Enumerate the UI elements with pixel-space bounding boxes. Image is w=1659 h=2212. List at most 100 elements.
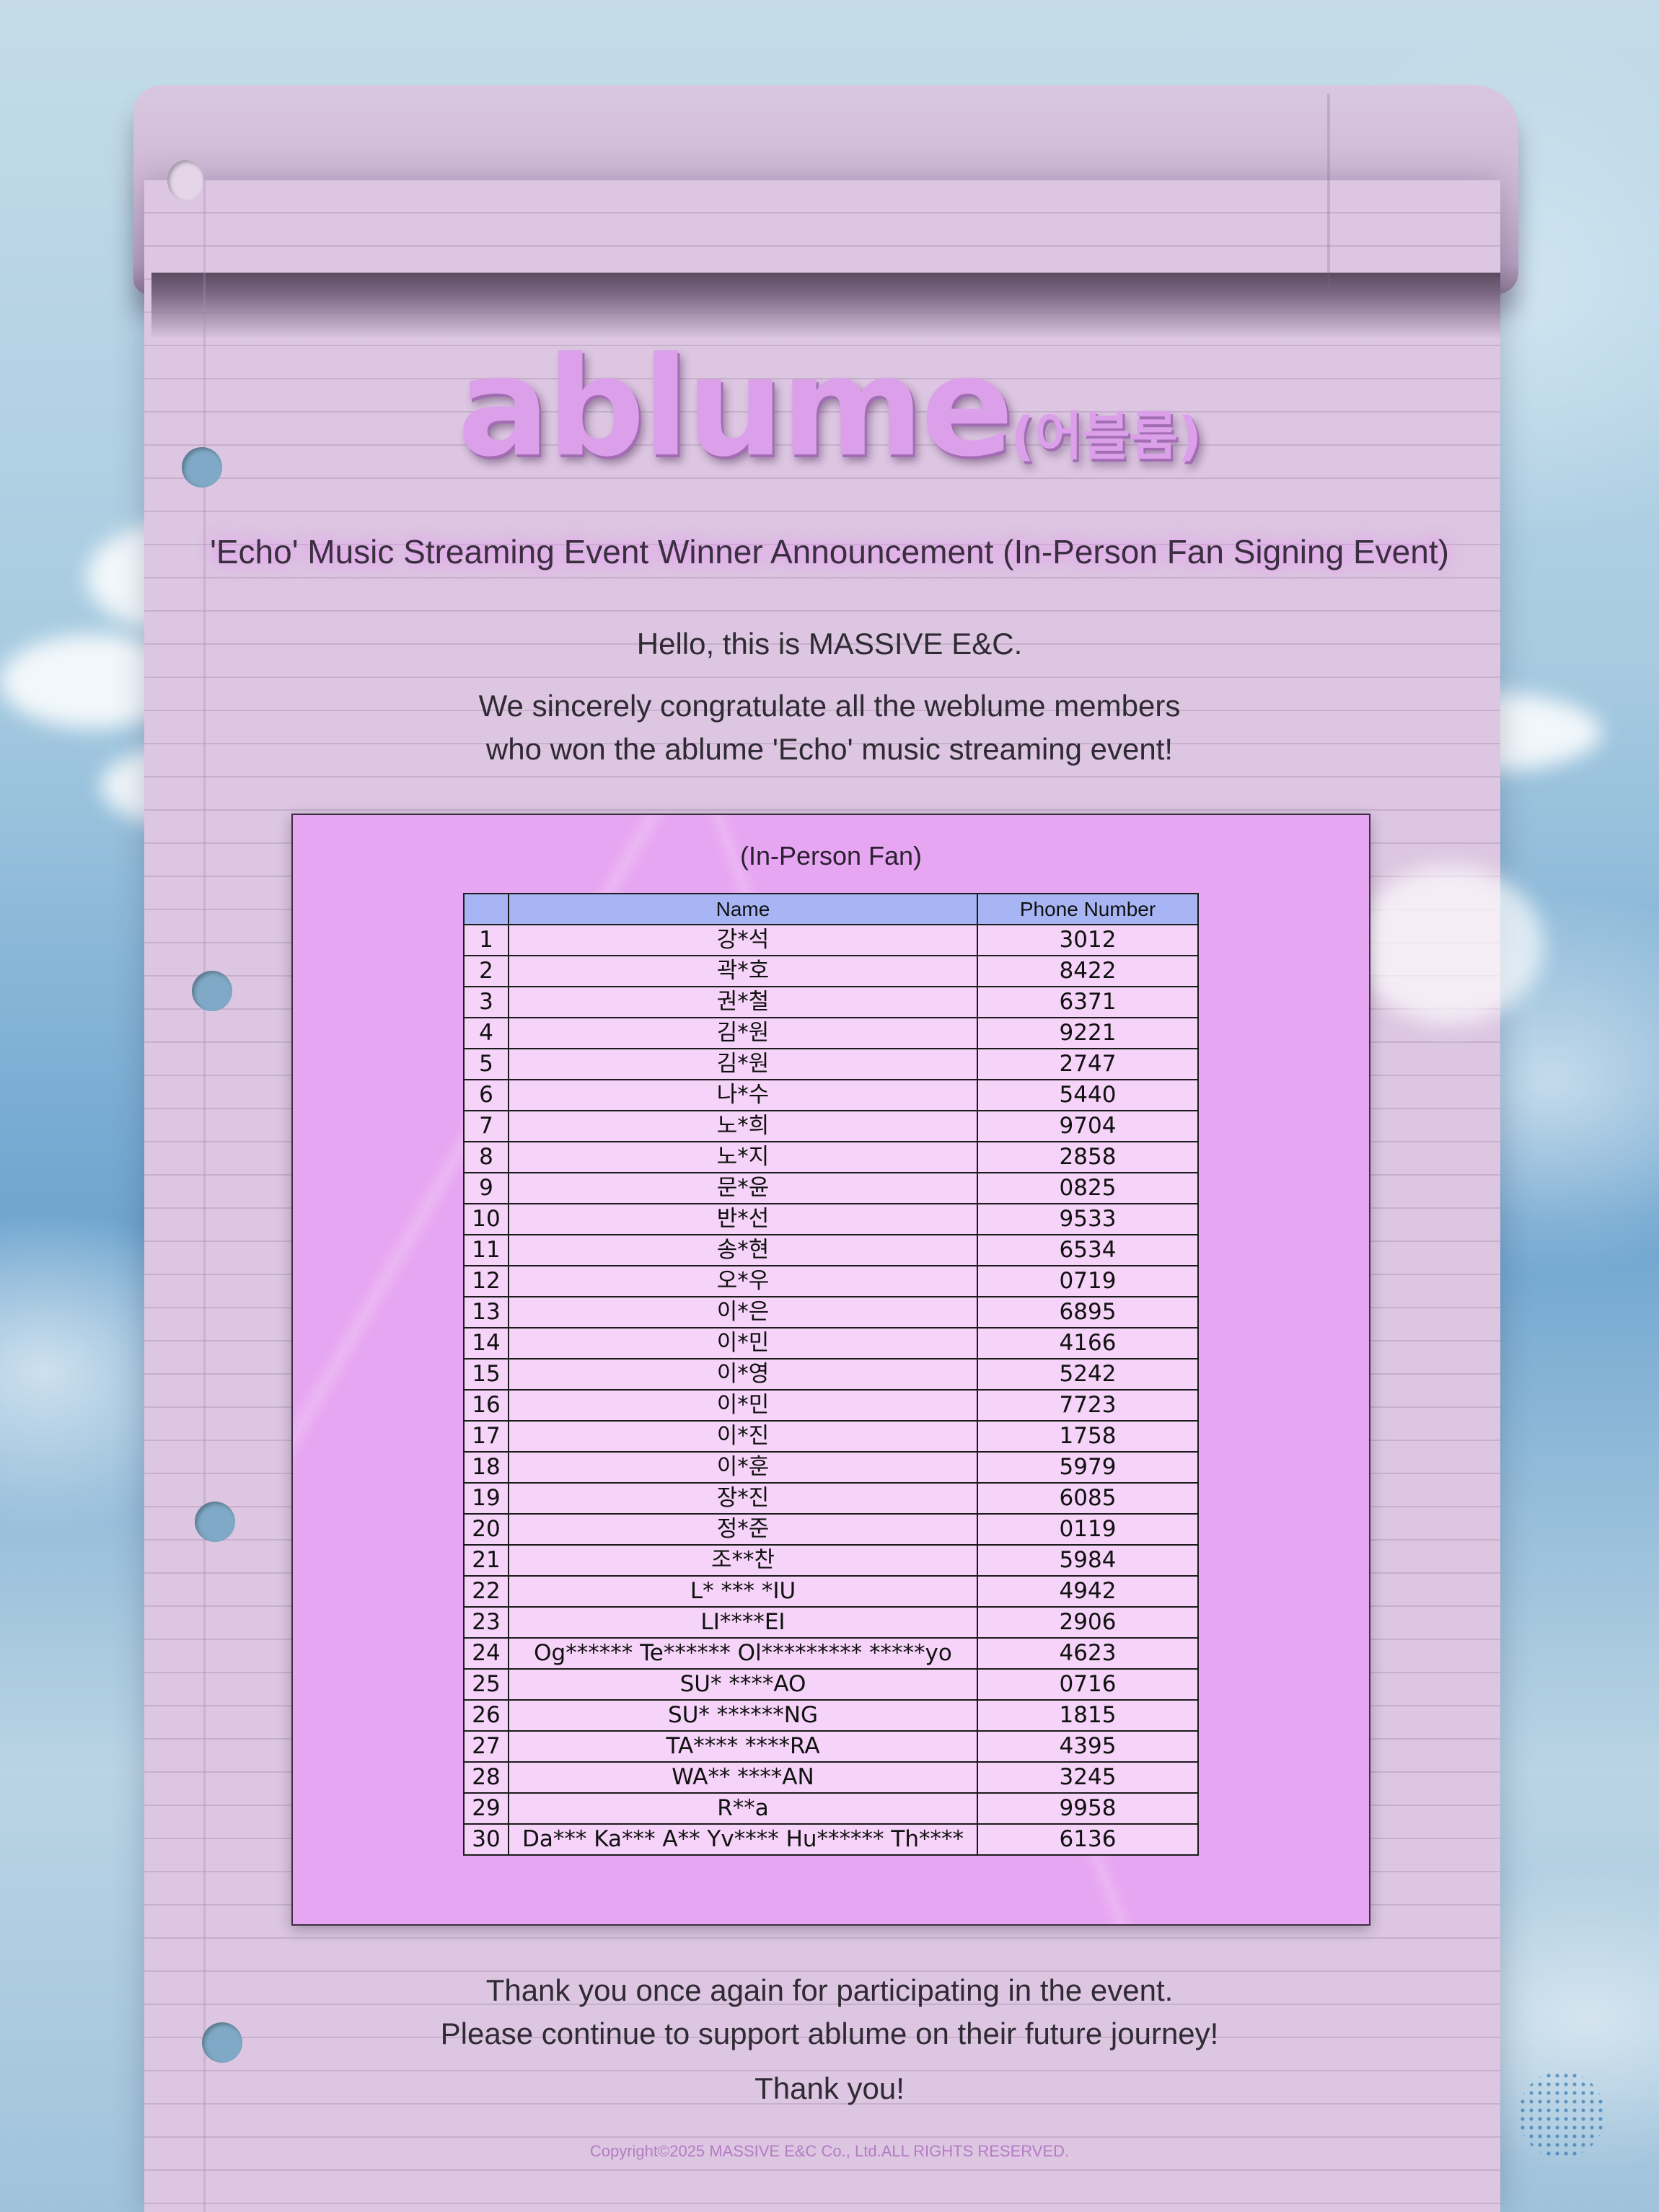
winners-table: Name Phone Number 1 강*석 3012 2 곽*호 8422 3 권*철 63…: [463, 893, 1199, 1856]
table-row: 8 노*지 2858: [463, 1141, 1199, 1173]
table-row: 12 오*우 0719: [463, 1265, 1199, 1297]
notepad-roll-edge: [1327, 94, 1330, 288]
table-row: 24 Og****** Te****** Ol********* *****yo 4…: [463, 1637, 1199, 1670]
cell-name: 이*훈: [508, 1451, 978, 1484]
cell-name: TA**** ****RA: [508, 1730, 978, 1763]
cell-rank: 22: [463, 1575, 509, 1608]
table-row: 22 L* *** *IU 4942: [463, 1575, 1199, 1608]
cell-phone: 0119: [977, 1513, 1199, 1546]
cell-phone: 0716: [977, 1668, 1199, 1701]
binder-hole: [195, 1502, 235, 1542]
cell-rank: 14: [463, 1327, 509, 1360]
table-row: 19 장*진 6085: [463, 1482, 1199, 1515]
copyright-notice: Copyright©2025 MASSIVE E&C Co., Ltd.ALL …: [589, 2142, 1070, 2160]
cell-phone: 3012: [977, 924, 1199, 956]
cell-name: 이*은: [508, 1296, 978, 1328]
header-name: Name: [508, 893, 978, 925]
brand-name-korean: (어블룸): [1011, 406, 1202, 467]
cell-phone: 5242: [977, 1358, 1199, 1391]
cell-name: 김*원: [508, 1017, 978, 1049]
greeting-text: Hello, this is MASSIVE E&C.: [636, 627, 1023, 661]
cell-rank: 28: [463, 1761, 509, 1794]
table-row: 16 이*민 7723: [463, 1389, 1199, 1422]
cell-rank: 11: [463, 1234, 509, 1266]
cell-rank: 25: [463, 1668, 509, 1701]
table-row: 3 권*철 6371: [463, 986, 1199, 1018]
thanks-line-2: Please continue to support ablume on the…: [440, 2017, 1219, 2050]
cell-name: 오*우: [508, 1265, 978, 1297]
cell-rank: 30: [463, 1823, 509, 1856]
cell-rank: 1: [463, 924, 509, 956]
cell-name: 노*희: [508, 1110, 978, 1142]
cell-name: 나*수: [508, 1079, 978, 1111]
cell-phone: 6371: [977, 986, 1199, 1018]
table-row: 18 이*훈 5979: [463, 1451, 1199, 1484]
cell-phone: 7723: [977, 1389, 1199, 1422]
header-rank: [463, 893, 509, 925]
table-row: 2 곽*호 8422: [463, 955, 1199, 987]
cell-name: 조**찬: [508, 1544, 978, 1577]
cell-rank: 18: [463, 1451, 509, 1484]
congrats-line-1: We sincerely congratulate all the weblum…: [478, 689, 1181, 723]
cell-phone: 5979: [977, 1451, 1199, 1484]
cell-name: Da*** Ka*** A** Yv**** Hu****** Th****: [508, 1823, 978, 1856]
table-row: 21 조**찬 5984: [463, 1544, 1199, 1577]
cell-name: SU* ****AO: [508, 1668, 978, 1701]
cell-phone: 4395: [977, 1730, 1199, 1763]
cell-phone: 2906: [977, 1606, 1199, 1639]
cell-phone: 3245: [977, 1761, 1199, 1794]
cell-rank: 24: [463, 1637, 509, 1670]
cell-rank: 17: [463, 1420, 509, 1453]
cell-rank: 6: [463, 1079, 509, 1111]
cell-phone: 6534: [977, 1234, 1199, 1266]
cell-name: 강*석: [508, 924, 978, 956]
table-row: 4 김*원 9221: [463, 1017, 1199, 1049]
cell-rank: 5: [463, 1048, 509, 1080]
cell-rank: 19: [463, 1482, 509, 1515]
table-row: 15 이*영 5242: [463, 1358, 1199, 1391]
cell-phone: 1758: [977, 1420, 1199, 1453]
table-row: 10 반*선 9533: [463, 1203, 1199, 1235]
cell-rank: 9: [463, 1172, 509, 1204]
cell-name: 노*지: [508, 1141, 978, 1173]
cell-name: 김*원: [508, 1048, 978, 1080]
cell-rank: 8: [463, 1141, 509, 1173]
cell-name: 이*진: [508, 1420, 978, 1453]
cell-phone: 9533: [977, 1203, 1199, 1235]
cell-phone: 9221: [977, 1017, 1199, 1049]
table-row: 14 이*민 4166: [463, 1327, 1199, 1360]
cell-phone: 1815: [977, 1699, 1199, 1732]
cell-name: LI****EI: [508, 1606, 978, 1639]
cell-rank: 26: [463, 1699, 509, 1732]
cell-rank: 10: [463, 1203, 509, 1235]
cell-name: SU* ******NG: [508, 1699, 978, 1732]
winners-table-title: (In-Person Fan): [739, 841, 923, 871]
cell-rank: 27: [463, 1730, 509, 1763]
table-row: 9 문*윤 0825: [463, 1172, 1199, 1204]
cell-phone: 6895: [977, 1296, 1199, 1328]
table-row: 26 SU* ******NG 1815: [463, 1699, 1199, 1732]
cell-rank: 16: [463, 1389, 509, 1422]
cell-phone: 0719: [977, 1265, 1199, 1297]
cell-rank: 15: [463, 1358, 509, 1391]
cell-rank: 12: [463, 1265, 509, 1297]
table-header-row: Name Phone Number: [463, 893, 1199, 925]
table-row: 5 김*원 2747: [463, 1048, 1199, 1080]
binder-hole: [192, 971, 232, 1011]
cell-phone: 6136: [977, 1823, 1199, 1856]
brand-name: ablume: [457, 327, 1013, 487]
table-row: 1 강*석 3012: [463, 924, 1199, 956]
cell-rank: 23: [463, 1606, 509, 1639]
table-row: 27 TA**** ****RA 4395: [463, 1730, 1199, 1763]
thanks-line-3: Thank you!: [754, 2071, 905, 2105]
congrats-line-2: who won the ablume 'Echo' music streamin…: [485, 732, 1174, 766]
cell-name: L* *** *IU: [508, 1575, 978, 1608]
cell-name: 반*선: [508, 1203, 978, 1235]
cell-rank: 29: [463, 1792, 509, 1825]
table-row: 29 R**a 9958: [463, 1792, 1199, 1825]
cell-rank: 2: [463, 955, 509, 987]
cell-rank: 3: [463, 986, 509, 1018]
cell-phone: 5440: [977, 1079, 1199, 1111]
cell-name: 정*준: [508, 1513, 978, 1546]
brand-logo: ablume(어블룸): [0, 339, 1659, 476]
